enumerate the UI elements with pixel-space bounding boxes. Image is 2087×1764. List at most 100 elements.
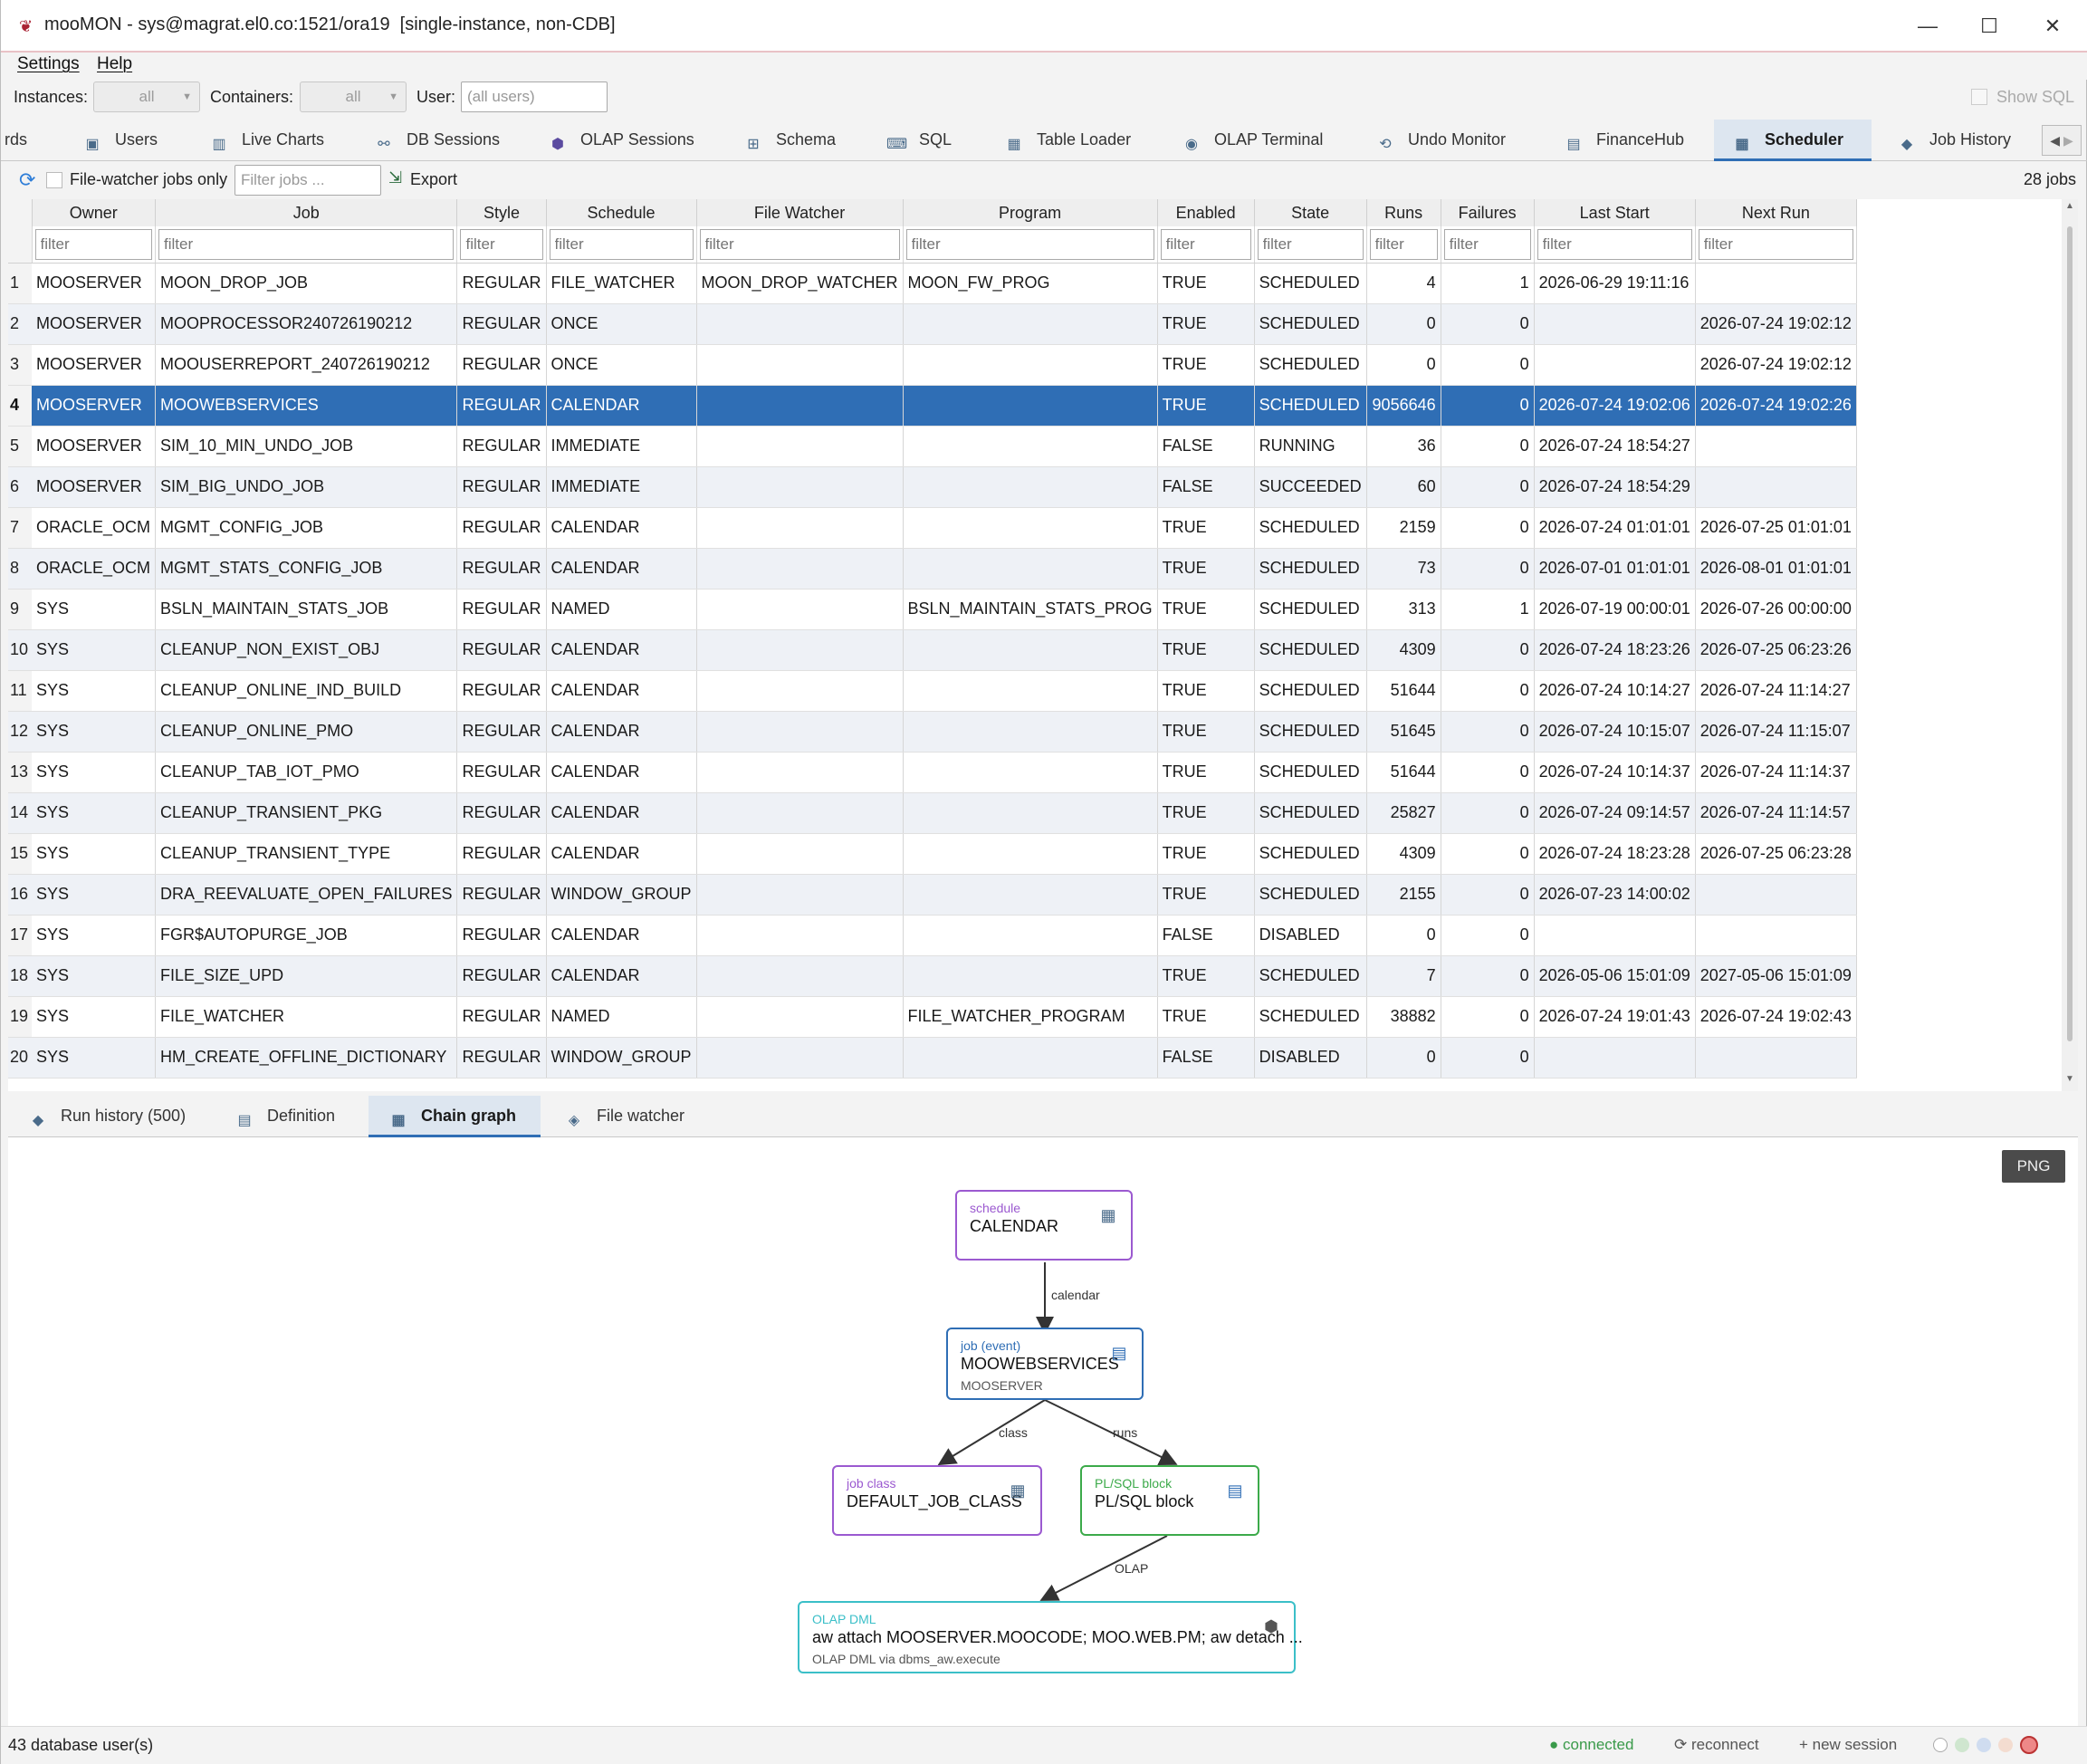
table-cell[interactable]: CALENDAR [546,670,697,712]
table-cell[interactable]: SCHEDULED [1254,670,1367,712]
table-cell[interactable]: SCHEDULED [1254,792,1367,834]
tab-records[interactable]: rds [5,120,27,161]
column-filter-input[interactable] [158,228,455,260]
tab-definition[interactable]: ▤ Definition [235,1096,335,1137]
tab-sql[interactable]: ⌨ SQL [886,120,952,161]
tab-users[interactable]: ▣ Users [82,120,158,161]
table-cell[interactable]: MOON_FW_PROG [903,263,1158,304]
table-cell[interactable]: CLEANUP_TRANSIENT_PKG [155,792,458,834]
theme-dot-green[interactable] [1955,1738,1969,1752]
table-cell[interactable]: CALENDAR [546,507,697,549]
table-cell[interactable] [696,955,904,997]
table-cell[interactable]: MOOSERVER [32,344,157,386]
theme-dot-peach[interactable] [1998,1738,2013,1752]
table-cell[interactable]: NAMED [546,996,697,1038]
column-filter-input[interactable] [460,228,543,260]
new-session-button[interactable]: + new session [1799,1736,1897,1754]
table-row[interactable]: 9 SYS BSLN_MAINTAIN_STATS_JOB REGULAR NAMED B… [8,589,1857,630]
table-cell[interactable] [903,711,1158,753]
table-cell[interactable]: 2026-07-19 00:00:01 [1534,589,1696,630]
table-cell[interactable]: 2026-07-24 11:14:57 [1695,792,1857,834]
table-cell[interactable]: 2026-07-26 00:00:00 [1695,589,1857,630]
table-cell[interactable]: 0 [1441,711,1535,753]
table-cell[interactable]: 2027-05-06 15:01:09 [1695,955,1857,997]
table-cell[interactable]: 2026-07-24 19:02:12 [1695,344,1857,386]
table-cell[interactable]: REGULAR [456,711,547,753]
table-cell[interactable]: SCHEDULED [1254,303,1367,345]
column-filter-input[interactable] [1369,228,1438,260]
table-cell[interactable]: SIM_10_MIN_UNDO_JOB [155,426,458,467]
table-cell[interactable]: 1 [1441,589,1535,630]
table-cell[interactable] [696,466,904,508]
column-filter-input[interactable] [1257,228,1364,260]
table-cell[interactable]: 0 [1441,792,1535,834]
column-header[interactable]: Next Run [1695,199,1857,226]
table-cell[interactable]: CALENDAR [546,629,697,671]
table-cell[interactable] [1695,915,1857,956]
table-cell[interactable]: HM_CREATE_OFFLINE_DICTIONARY [155,1037,458,1079]
table-cell[interactable] [903,874,1158,916]
table-cell[interactable] [696,874,904,916]
table-cell[interactable] [1695,874,1857,916]
table-cell[interactable]: SCHEDULED [1254,589,1367,630]
table-cell[interactable]: 2026-07-23 14:00:02 [1534,874,1696,916]
table-cell[interactable]: WINDOW_GROUP [546,1037,697,1079]
table-cell[interactable]: IMMEDIATE [546,466,697,508]
table-row[interactable]: 13 SYS CLEANUP_TAB_IOT_PMO REGULAR CALENDAR T… [8,752,1857,793]
table-cell[interactable]: 0 [1441,955,1535,997]
table-cell[interactable]: CALENDAR [546,915,697,956]
column-filter-input[interactable] [699,228,900,260]
table-row[interactable]: 3 MOOSERVER MOOUSERREPORT_240726190212 REGU… [8,344,1857,386]
tab-db-sessions[interactable]: ⚯ DB Sessions [374,120,500,161]
table-row[interactable]: 6 MOOSERVER SIM_BIG_UNDO_JOB REGULAR IMMEDIA… [8,466,1857,508]
table-cell[interactable]: REGULAR [456,344,547,386]
table-cell[interactable]: IMMEDIATE [546,426,697,467]
table-cell[interactable]: 0 [1441,670,1535,712]
table-cell[interactable]: SCHEDULED [1254,344,1367,386]
show-sql-checkbox[interactable] [1971,89,1987,105]
table-cell[interactable]: 0 [1366,915,1441,956]
table-cell[interactable]: MGMT_CONFIG_JOB [155,507,458,549]
table-cell[interactable]: REGULAR [456,874,547,916]
table-cell[interactable]: DISABLED [1254,1037,1367,1079]
table-cell[interactable]: TRUE [1157,385,1255,427]
table-cell[interactable]: REGULAR [456,629,547,671]
table-cell[interactable] [903,426,1158,467]
tab-run-history[interactable]: ◆ Run history (500) [28,1096,186,1137]
table-row[interactable]: 18 SYS FILE_SIZE_UPD REGULAR CALENDAR TRUE SCH… [8,955,1857,997]
table-cell[interactable]: CALENDAR [546,833,697,875]
table-cell[interactable]: DISABLED [1254,915,1367,956]
table-row[interactable]: 7 ORACLE_OCM MGMT_CONFIG_JOB REGULAR CALENDA… [8,507,1857,549]
table-cell[interactable]: FALSE [1157,1037,1255,1079]
table-cell[interactable]: 0 [1366,1037,1441,1079]
table-cell[interactable]: 2026-07-24 18:54:27 [1534,426,1696,467]
table-cell[interactable]: REGULAR [456,833,547,875]
table-cell[interactable] [903,670,1158,712]
table-cell[interactable]: SUCCEEDED [1254,466,1367,508]
table-cell[interactable]: CALENDAR [546,792,697,834]
table-cell[interactable]: FALSE [1157,915,1255,956]
table-cell[interactable]: 2026-05-06 15:01:09 [1534,955,1696,997]
table-cell[interactable]: ONCE [546,303,697,345]
table-cell[interactable]: SYS [32,589,157,630]
table-cell[interactable]: 2155 [1366,874,1441,916]
table-cell[interactable]: 60 [1366,466,1441,508]
column-header[interactable]: State [1254,199,1367,226]
table-cell[interactable]: SYS [32,670,157,712]
tab-scheduler[interactable]: ▦ Scheduler [1714,120,1872,161]
table-row[interactable]: 17 SYS FGR$AUTOPURGE_JOB REGULAR CALENDAR FAL… [8,915,1857,956]
close-button[interactable]: ✕ [2025,9,2080,43]
table-cell[interactable] [903,548,1158,590]
tab-financehub[interactable]: ▤ FinanceHub [1564,120,1684,161]
table-cell[interactable] [696,426,904,467]
maximize-button[interactable]: ☐ [1962,9,2016,43]
table-cell[interactable]: REGULAR [456,792,547,834]
table-cell[interactable]: TRUE [1157,752,1255,793]
export-button[interactable]: Export [410,170,457,189]
column-filter-input[interactable] [34,228,153,260]
table-cell[interactable]: 2159 [1366,507,1441,549]
table-cell[interactable]: 1 [1441,263,1535,304]
table-cell[interactable]: TRUE [1157,629,1255,671]
table-cell[interactable]: MOON_DROP_WATCHER [696,263,904,304]
column-header[interactable]: Schedule [546,199,697,226]
